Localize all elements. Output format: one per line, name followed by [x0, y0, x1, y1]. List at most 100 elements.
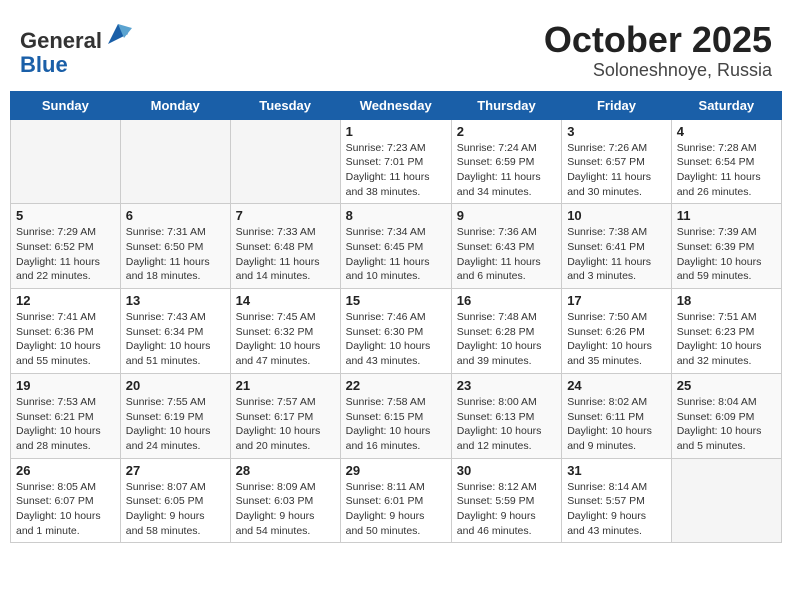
day-number: 9: [457, 208, 556, 223]
logo: General Blue: [20, 20, 132, 77]
day-number: 16: [457, 293, 556, 308]
day-cell: 2Sunrise: 7:24 AM Sunset: 6:59 PM Daylig…: [451, 119, 561, 204]
day-info: Sunrise: 8:14 AM Sunset: 5:57 PM Dayligh…: [567, 480, 666, 539]
day-cell: 27 Sunrise: 8:07 AM Sunset: 6:05 PM Dayli…: [120, 458, 230, 543]
week-row-4: 19Sunrise: 7:53 AM Sunset: 6:21 PM Dayli…: [11, 373, 782, 458]
day-cell: 3Sunrise: 7:26 AM Sunset: 6:57 PM Daylig…: [562, 119, 672, 204]
day-info: Sunrise: 7:33 AM Sunset: 6:48 PM Dayligh…: [236, 225, 335, 284]
day-number: 11: [677, 208, 776, 223]
week-row-3: 12 Sunrise: 7:41 AM Sunset: 6:36 PM Dayli…: [11, 289, 782, 374]
day-info: Sunrise: 7:50 AM Sunset: 6:26 PM Dayligh…: [567, 310, 666, 369]
day-info: Sunrise: 7:31 AM Sunset: 6:50 PM Dayligh…: [126, 225, 225, 284]
day-number: 12: [16, 293, 115, 308]
day-number: 8: [346, 208, 446, 223]
day-info: Sunrise: 7:23 AM Sunset: 7:01 PM Dayligh…: [346, 141, 446, 200]
calendar-subtitle: Soloneshnoye, Russia: [544, 60, 772, 81]
day-info: Sunrise: 7:45 AM Sunset: 6:32 PM Dayligh…: [236, 310, 335, 369]
logo-icon: [104, 20, 132, 48]
day-info: Sunrise: 7:51 AM Sunset: 6:23 PM Dayligh…: [677, 310, 776, 369]
day-cell: 25 Sunrise: 8:04 AM Sunset: 6:09 PM Dayli…: [671, 373, 781, 458]
day-number: 21: [236, 378, 335, 393]
day-info: Sunrise: 8:02 AM Sunset: 6:11 PM Dayligh…: [567, 395, 666, 454]
day-info: Sunrise: 7:48 AM Sunset: 6:28 PM Dayligh…: [457, 310, 556, 369]
day-info: Sunrise: 7:57 AM Sunset: 6:17 PM Dayligh…: [236, 395, 335, 454]
day-info: Sunrise: 8:11 AM Sunset: 6:01 PM Dayligh…: [346, 480, 446, 539]
weekday-header-saturday: Saturday: [671, 91, 781, 119]
day-cell: 7 Sunrise: 7:33 AM Sunset: 6:48 PM Daylig…: [230, 204, 340, 289]
day-info: Sunrise: 7:46 AM Sunset: 6:30 PM Dayligh…: [346, 310, 446, 369]
day-cell: 28Sunrise: 8:09 AM Sunset: 6:03 PM Dayli…: [230, 458, 340, 543]
day-number: 23: [457, 378, 556, 393]
day-number: 26: [16, 463, 115, 478]
day-number: 31: [567, 463, 666, 478]
weekday-header-tuesday: Tuesday: [230, 91, 340, 119]
day-number: 7: [236, 208, 335, 223]
day-number: 25: [677, 378, 776, 393]
day-cell: 24Sunrise: 8:02 AM Sunset: 6:11 PM Dayli…: [562, 373, 672, 458]
day-cell: 23 Sunrise: 8:00 AM Sunset: 6:13 PM Dayli…: [451, 373, 561, 458]
day-number: 13: [126, 293, 225, 308]
day-cell: 22 Sunrise: 7:58 AM Sunset: 6:15 PM Dayli…: [340, 373, 451, 458]
logo-text: General: [20, 20, 132, 53]
day-number: 20: [126, 378, 225, 393]
day-number: 22: [346, 378, 446, 393]
logo-blue: Blue: [20, 52, 68, 77]
day-cell: 11Sunrise: 7:39 AM Sunset: 6:39 PM Dayli…: [671, 204, 781, 289]
day-info: Sunrise: 7:28 AM Sunset: 6:54 PM Dayligh…: [677, 141, 776, 200]
day-cell: 15 Sunrise: 7:46 AM Sunset: 6:30 PM Dayli…: [340, 289, 451, 374]
day-cell: 30 Sunrise: 8:12 AM Sunset: 5:59 PM Dayli…: [451, 458, 561, 543]
day-cell: 4Sunrise: 7:28 AM Sunset: 6:54 PM Daylig…: [671, 119, 781, 204]
day-cell: 21 Sunrise: 7:57 AM Sunset: 6:17 PM Dayli…: [230, 373, 340, 458]
day-cell: 17 Sunrise: 7:50 AM Sunset: 6:26 PM Dayli…: [562, 289, 672, 374]
day-info: Sunrise: 8:00 AM Sunset: 6:13 PM Dayligh…: [457, 395, 556, 454]
day-cell: 19Sunrise: 7:53 AM Sunset: 6:21 PM Dayli…: [11, 373, 121, 458]
calendar-table: SundayMondayTuesdayWednesdayThursdayFrid…: [10, 91, 782, 544]
day-info: Sunrise: 7:58 AM Sunset: 6:15 PM Dayligh…: [346, 395, 446, 454]
day-info: Sunrise: 7:43 AM Sunset: 6:34 PM Dayligh…: [126, 310, 225, 369]
logo-general: General: [20, 28, 102, 53]
day-number: 10: [567, 208, 666, 223]
day-cell: 26Sunrise: 8:05 AM Sunset: 6:07 PM Dayli…: [11, 458, 121, 543]
day-info: Sunrise: 8:07 AM Sunset: 6:05 PM Dayligh…: [126, 480, 225, 539]
day-cell: 8 Sunrise: 7:34 AM Sunset: 6:45 PM Daylig…: [340, 204, 451, 289]
day-cell: 9 Sunrise: 7:36 AM Sunset: 6:43 PM Daylig…: [451, 204, 561, 289]
day-cell: [11, 119, 121, 204]
calendar-title: October 2025: [544, 20, 772, 60]
day-cell: 14 Sunrise: 7:45 AM Sunset: 6:32 PM Dayli…: [230, 289, 340, 374]
day-number: 15: [346, 293, 446, 308]
day-number: 30: [457, 463, 556, 478]
weekday-header-sunday: Sunday: [11, 91, 121, 119]
day-info: Sunrise: 7:24 AM Sunset: 6:59 PM Dayligh…: [457, 141, 556, 200]
day-info: Sunrise: 8:12 AM Sunset: 5:59 PM Dayligh…: [457, 480, 556, 539]
day-cell: 31 Sunrise: 8:14 AM Sunset: 5:57 PM Dayli…: [562, 458, 672, 543]
day-cell: [230, 119, 340, 204]
day-cell: 12 Sunrise: 7:41 AM Sunset: 6:36 PM Dayli…: [11, 289, 121, 374]
week-row-1: 1Sunrise: 7:23 AM Sunset: 7:01 PM Daylig…: [11, 119, 782, 204]
day-cell: 5Sunrise: 7:29 AM Sunset: 6:52 PM Daylig…: [11, 204, 121, 289]
day-cell: 1Sunrise: 7:23 AM Sunset: 7:01 PM Daylig…: [340, 119, 451, 204]
day-info: Sunrise: 7:26 AM Sunset: 6:57 PM Dayligh…: [567, 141, 666, 200]
day-info: Sunrise: 7:36 AM Sunset: 6:43 PM Dayligh…: [457, 225, 556, 284]
day-info: Sunrise: 7:34 AM Sunset: 6:45 PM Dayligh…: [346, 225, 446, 284]
weekday-header-wednesday: Wednesday: [340, 91, 451, 119]
day-info: Sunrise: 7:55 AM Sunset: 6:19 PM Dayligh…: [126, 395, 225, 454]
day-info: Sunrise: 7:29 AM Sunset: 6:52 PM Dayligh…: [16, 225, 115, 284]
day-info: Sunrise: 7:38 AM Sunset: 6:41 PM Dayligh…: [567, 225, 666, 284]
day-number: 14: [236, 293, 335, 308]
weekday-header-row: SundayMondayTuesdayWednesdayThursdayFrid…: [11, 91, 782, 119]
day-info: Sunrise: 8:04 AM Sunset: 6:09 PM Dayligh…: [677, 395, 776, 454]
day-info: Sunrise: 7:41 AM Sunset: 6:36 PM Dayligh…: [16, 310, 115, 369]
day-number: 29: [346, 463, 446, 478]
title-block: October 2025 Soloneshnoye, Russia: [544, 20, 772, 81]
day-cell: [671, 458, 781, 543]
week-row-5: 26Sunrise: 8:05 AM Sunset: 6:07 PM Dayli…: [11, 458, 782, 543]
day-cell: 29 Sunrise: 8:11 AM Sunset: 6:01 PM Dayli…: [340, 458, 451, 543]
day-number: 17: [567, 293, 666, 308]
day-number: 27: [126, 463, 225, 478]
day-number: 18: [677, 293, 776, 308]
day-cell: 13 Sunrise: 7:43 AM Sunset: 6:34 PM Dayli…: [120, 289, 230, 374]
logo-blue-text: Blue: [20, 53, 132, 77]
week-row-2: 5Sunrise: 7:29 AM Sunset: 6:52 PM Daylig…: [11, 204, 782, 289]
weekday-header-friday: Friday: [562, 91, 672, 119]
weekday-header-thursday: Thursday: [451, 91, 561, 119]
